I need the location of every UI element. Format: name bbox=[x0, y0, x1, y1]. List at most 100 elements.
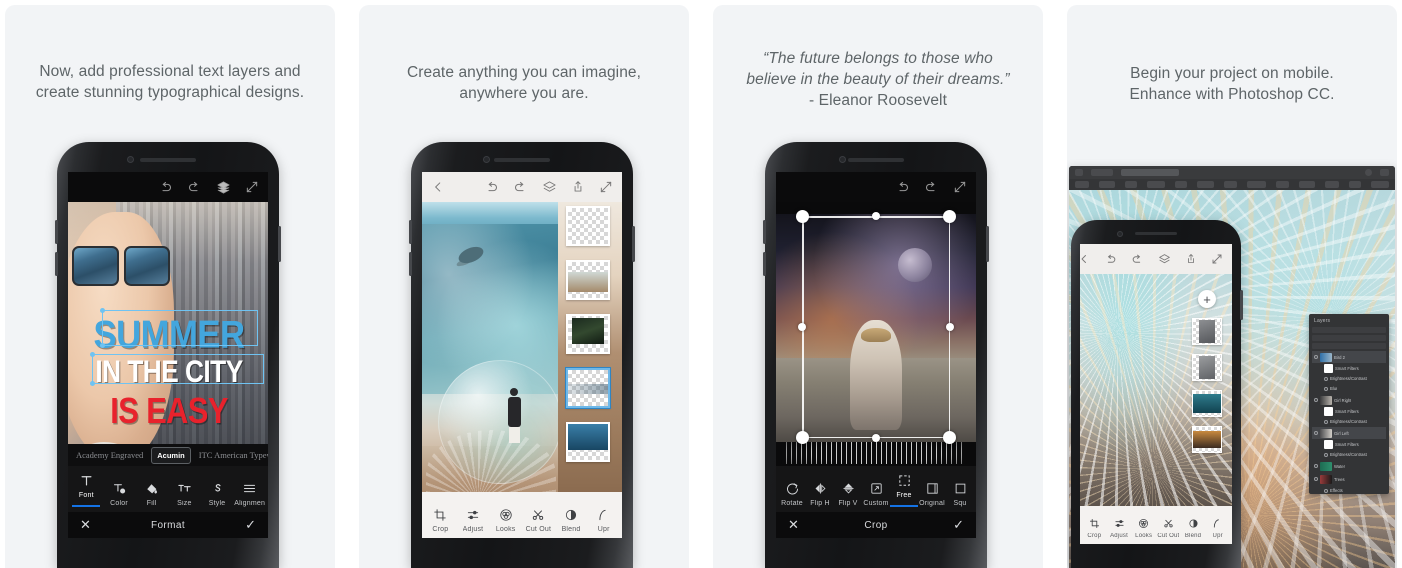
phone-4-top-toolbar[interactable] bbox=[1080, 244, 1232, 274]
undo-icon[interactable] bbox=[484, 180, 499, 195]
layer-effect-row[interactable]: Smart Filters bbox=[1312, 440, 1386, 449]
undo-icon[interactable] bbox=[1104, 253, 1117, 266]
tool-style[interactable]: Style bbox=[201, 481, 234, 507]
back-icon[interactable] bbox=[431, 180, 445, 194]
volume-up-button[interactable] bbox=[55, 220, 58, 244]
expand-icon[interactable] bbox=[245, 180, 259, 194]
redo-icon[interactable] bbox=[924, 180, 939, 195]
tool-font[interactable]: Font bbox=[70, 473, 103, 507]
volume-up-button[interactable] bbox=[763, 220, 766, 244]
photoshop-layers-panel[interactable]: Layers Bird 2 Smart Filters Brightness/C… bbox=[1309, 314, 1389, 494]
tool-crop[interactable]: Crop bbox=[424, 508, 457, 533]
gallery-panel-1[interactable]: Now, add professional text layers and cr… bbox=[5, 5, 335, 568]
layer-effect-row[interactable]: Brightness/Contrast bbox=[1312, 374, 1386, 383]
ps-option-field[interactable] bbox=[1121, 169, 1179, 176]
layer-thumbnail[interactable] bbox=[1320, 474, 1332, 484]
tool-looks[interactable]: Looks bbox=[489, 508, 522, 533]
tool-rotate[interactable]: Rotate bbox=[778, 481, 806, 507]
volume-up-button[interactable] bbox=[409, 220, 412, 244]
eye-icon[interactable] bbox=[1324, 488, 1328, 493]
phone-4-layer-thumbnails[interactable] bbox=[1192, 318, 1222, 453]
cancel-button[interactable]: ✕ bbox=[80, 517, 91, 533]
layers-icon[interactable] bbox=[542, 180, 557, 195]
mask-thumbnail[interactable] bbox=[1324, 407, 1333, 416]
font-option-1-selected[interactable]: Acumin bbox=[151, 446, 191, 464]
crop-handle-middle-right[interactable] bbox=[946, 323, 954, 331]
layers-icon[interactable] bbox=[216, 180, 231, 195]
layer-thumbnail[interactable] bbox=[566, 260, 610, 300]
eye-icon[interactable] bbox=[1314, 477, 1318, 481]
eye-icon[interactable] bbox=[1324, 419, 1328, 424]
layer-effect-row[interactable]: Smart Filters bbox=[1312, 407, 1386, 416]
eye-icon[interactable] bbox=[1324, 376, 1328, 381]
power-button[interactable] bbox=[632, 226, 635, 262]
undo-icon[interactable] bbox=[895, 180, 910, 195]
tool-blend[interactable]: Blend bbox=[555, 508, 588, 533]
redo-icon[interactable] bbox=[187, 180, 202, 195]
layer-thumbnail[interactable] bbox=[1192, 426, 1222, 453]
artwork-text-block[interactable]: SUMMER IN THE CITY IS EASY bbox=[76, 315, 262, 430]
layer-thumbnail[interactable] bbox=[566, 314, 610, 354]
rotation-ruler[interactable] bbox=[786, 442, 966, 464]
layer-thumbnail[interactable] bbox=[566, 422, 610, 462]
crop-handle-top-left[interactable] bbox=[796, 210, 809, 223]
tool-adjust[interactable]: Adjust bbox=[457, 508, 490, 533]
tool-cut-out[interactable]: Cut Out bbox=[522, 508, 555, 533]
crop-tool-row[interactable]: Rotate Flip H Flip V Custom Free Origina… bbox=[776, 466, 976, 512]
layer-effect-row[interactable]: Smart Filters bbox=[1312, 364, 1386, 373]
add-layer-button[interactable]: + bbox=[1198, 290, 1216, 308]
edit-tool-row[interactable]: Crop Adjust Looks Cut Out Blend Upr bbox=[1080, 506, 1232, 544]
tool-original-crop[interactable]: Original bbox=[918, 481, 946, 507]
crop-frame[interactable] bbox=[796, 210, 956, 444]
tool-upright[interactable]: Upr bbox=[587, 508, 620, 533]
layer-row[interactable]: Bird 2 bbox=[1312, 351, 1386, 363]
layer-effect-row[interactable]: Blur bbox=[1312, 384, 1386, 393]
tool-alignment[interactable]: Alignmen bbox=[233, 481, 266, 507]
crop-handle-middle-left[interactable] bbox=[798, 323, 806, 331]
layer-thumbnail-column[interactable] bbox=[562, 206, 618, 462]
layer-effect-row[interactable]: Brightness/Contrast bbox=[1312, 417, 1386, 426]
power-button[interactable] bbox=[986, 226, 989, 262]
tool-cut-out[interactable]: Cut Out bbox=[1156, 518, 1181, 539]
confirm-button[interactable]: ✓ bbox=[245, 517, 256, 533]
font-selector-strip[interactable]: Academy Engraved Acumin ITC American Typ… bbox=[68, 444, 268, 466]
eye-icon[interactable] bbox=[1324, 386, 1328, 391]
layer-thumbnail-selected[interactable] bbox=[565, 367, 611, 409]
phone-3-bottom-tools[interactable]: Rotate Flip H Flip V Custom Free Origina… bbox=[776, 466, 976, 538]
power-button[interactable] bbox=[1240, 290, 1243, 320]
layer-thumbnail[interactable] bbox=[566, 206, 610, 246]
layer-thumbnail[interactable] bbox=[1320, 352, 1332, 362]
eye-icon[interactable] bbox=[1314, 431, 1318, 435]
tool-blend[interactable]: Blend bbox=[1181, 518, 1206, 539]
tool-square-crop[interactable]: Squ bbox=[946, 481, 974, 507]
volume-down-button[interactable] bbox=[763, 252, 766, 276]
phone-2-top-toolbar[interactable] bbox=[422, 172, 622, 202]
layer-thumbnail[interactable] bbox=[1192, 390, 1222, 417]
eye-icon[interactable] bbox=[1314, 355, 1318, 359]
tool-custom-crop[interactable]: Custom bbox=[862, 481, 890, 507]
layers-icon[interactable] bbox=[1158, 253, 1171, 266]
layer-row[interactable]: Water bbox=[1312, 460, 1386, 472]
volume-down-button[interactable] bbox=[409, 252, 412, 276]
crop-handle-top-center[interactable] bbox=[872, 212, 880, 220]
photoshop-menu-bar[interactable] bbox=[1069, 166, 1395, 179]
layer-thumbnail[interactable] bbox=[1192, 318, 1222, 345]
layers-filter-bar[interactable] bbox=[1312, 327, 1386, 333]
cancel-button[interactable]: ✕ bbox=[788, 517, 799, 533]
redo-icon[interactable] bbox=[1131, 253, 1144, 266]
phone-3-top-toolbar[interactable] bbox=[776, 172, 976, 202]
tool-upright[interactable]: Upr bbox=[1205, 518, 1230, 539]
crop-handle-top-right[interactable] bbox=[943, 210, 956, 223]
layers-blend-bar[interactable] bbox=[1312, 335, 1386, 341]
mask-thumbnail[interactable] bbox=[1324, 440, 1333, 449]
layer-row[interactable]: Girl Right bbox=[1312, 394, 1386, 406]
mask-thumbnail[interactable] bbox=[1324, 364, 1333, 373]
layer-thumbnail[interactable] bbox=[1320, 395, 1332, 405]
workspace-icon[interactable] bbox=[1380, 169, 1389, 176]
tool-crop[interactable]: Crop bbox=[1082, 518, 1107, 539]
redo-icon[interactable] bbox=[513, 180, 528, 195]
gallery-panel-2[interactable]: Create anything you can imagine, anywher… bbox=[359, 5, 689, 568]
font-option-0[interactable]: Academy Engraved bbox=[68, 447, 151, 463]
volume-down-button[interactable] bbox=[55, 252, 58, 276]
tool-looks[interactable]: Looks bbox=[1131, 518, 1156, 539]
